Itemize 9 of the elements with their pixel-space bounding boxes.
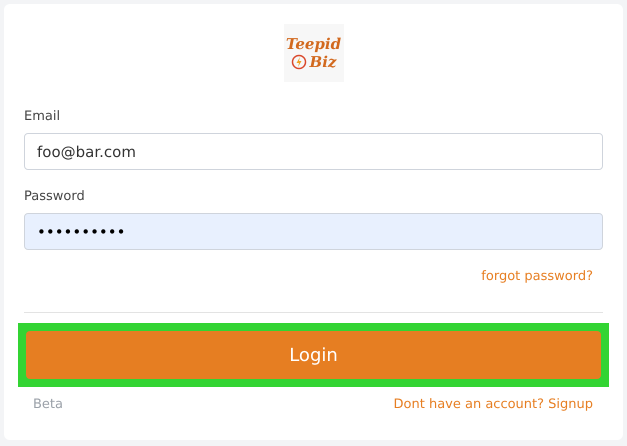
logo: Teepid Biz [284, 24, 344, 82]
forgot-password-link[interactable]: forgot password? [481, 269, 593, 284]
signup-link[interactable]: Dont have an account? Signup [394, 397, 593, 412]
input-field[interactable]: •••••••••• [24, 213, 603, 250]
login-button[interactable]: Login [26, 331, 601, 379]
field-label: Email [24, 109, 62, 124]
version-label: Beta [33, 397, 63, 412]
input-field[interactable]: foo@bar.com [24, 133, 603, 170]
field-label: Password [24, 189, 86, 204]
